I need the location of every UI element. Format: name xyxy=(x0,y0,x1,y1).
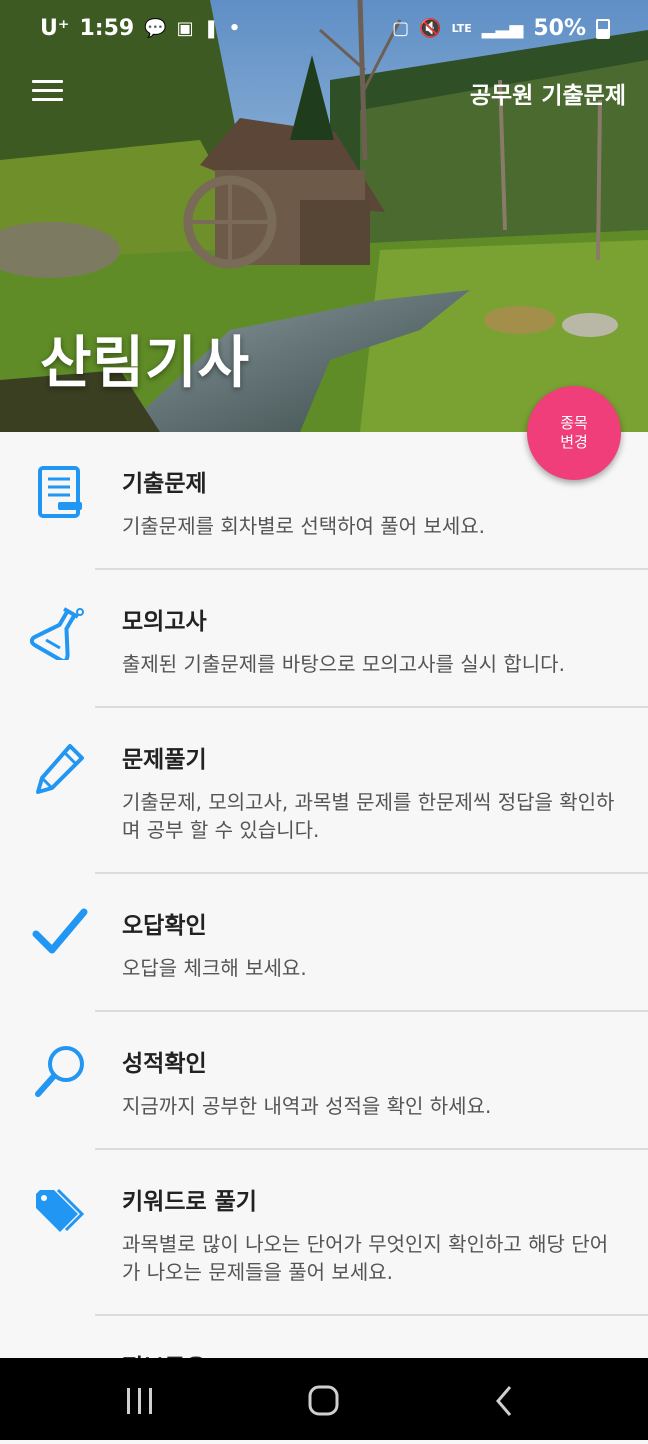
menu-item-title: 기출문제 xyxy=(122,471,207,497)
battery-saver-icon: ▢ xyxy=(392,18,410,39)
home-icon[interactable] xyxy=(294,1358,354,1440)
back-icon[interactable] xyxy=(474,1358,534,1440)
menu-item-title: 성적확인 xyxy=(122,1051,207,1077)
system-nav-bar xyxy=(0,1358,648,1440)
menu-item-title: 키워드로 풀기 xyxy=(122,1189,257,1215)
flask-icon xyxy=(30,607,84,660)
tag-icon xyxy=(36,1188,85,1232)
change-subject-button[interactable]: 종목 변경 xyxy=(527,386,621,480)
hero-title: 산림기사 xyxy=(40,331,251,396)
menu-item-title: 문제풀기 xyxy=(122,747,207,773)
menu-item-desc: 기출문제를 회차별로 선택하여 풀어 보세요. xyxy=(122,514,485,538)
main-menu-list: 기출문제 기출문제를 회차별로 선택하여 풀어 보세요. 모의고사 출제된 기출… xyxy=(0,432,648,1436)
fab-label-line2: 변경 xyxy=(560,433,588,451)
menu-item-mock-exam[interactable]: 모의고사 출제된 기출문제를 바탕으로 모의고사를 실시 합니다. xyxy=(0,570,648,708)
dot-icon: • xyxy=(228,18,241,39)
menu-item-keyword-solve[interactable]: 키워드로 풀기 과목별로 많이 나오는 단어가 무엇인지 확인하고 해당 단어가… xyxy=(0,1150,648,1316)
clock: 1:59 xyxy=(79,16,135,41)
menu-item-solve-questions[interactable]: 문제풀기 기출문제, 모의고사, 과목별 문제를 한문제씩 정답을 확인하며 공… xyxy=(0,708,648,874)
battery-percent: 50% xyxy=(533,16,586,41)
battery-icon xyxy=(596,18,610,39)
fab-label-line1: 종목 xyxy=(560,414,588,432)
menu-item-wrong-answers[interactable]: 오답확인 오답을 체크해 보세요. xyxy=(0,874,648,1012)
magnifier-icon xyxy=(35,1046,84,1097)
pencil-icon xyxy=(36,744,84,794)
menu-item-desc: 오답을 체크해 보세요. xyxy=(122,956,307,980)
menu-item-desc: 기출문제, 모의고사, 과목별 문제를 한문제씩 정답을 확인하며 공부 할 수… xyxy=(122,790,615,842)
notebook-icon xyxy=(38,466,82,518)
menu-item-scores[interactable]: 성적확인 지금까지 공부한 내역과 성적을 확인 하세요. xyxy=(0,1012,648,1150)
carrier-label: U⁺ xyxy=(40,16,70,41)
menu-item-title: 오답확인 xyxy=(122,913,207,939)
menu-item-desc: 지금까지 공부한 내역과 성적을 확인 하세요. xyxy=(122,1094,492,1118)
menu-item-title: 모의고사 xyxy=(122,609,207,635)
gallery-icon: ▣ xyxy=(176,18,194,39)
menu-item-desc: 과목별로 많이 나오는 단어가 무엇인지 확인하고 해당 단어가 나오는 문제들… xyxy=(122,1232,609,1284)
mute-icon: 🔇 xyxy=(419,18,442,39)
lte-icon: LTE xyxy=(451,22,472,35)
talk-icon: 💬 xyxy=(144,18,167,39)
signal-icon: ▂▃▅ xyxy=(481,18,524,39)
app-title: 공무원 기출문제 xyxy=(469,83,626,109)
recent-apps-icon[interactable] xyxy=(110,1358,170,1440)
checkmark-icon xyxy=(32,908,88,954)
menu-item-desc: 출제된 기출문제를 바탕으로 모의고사를 실시 합니다. xyxy=(122,652,565,676)
status-bar: U⁺ 1:59 💬 ▣ ❚ • ▢ 🔇 LTE ▂▃▅ 50% xyxy=(0,0,648,58)
hero-banner: U⁺ 1:59 💬 ▣ ❚ • ▢ 🔇 LTE ▂▃▅ 50% 공무원 기출문제… xyxy=(0,0,648,432)
notification-icon: ❚ xyxy=(203,18,219,39)
hamburger-menu-icon[interactable] xyxy=(32,80,64,104)
